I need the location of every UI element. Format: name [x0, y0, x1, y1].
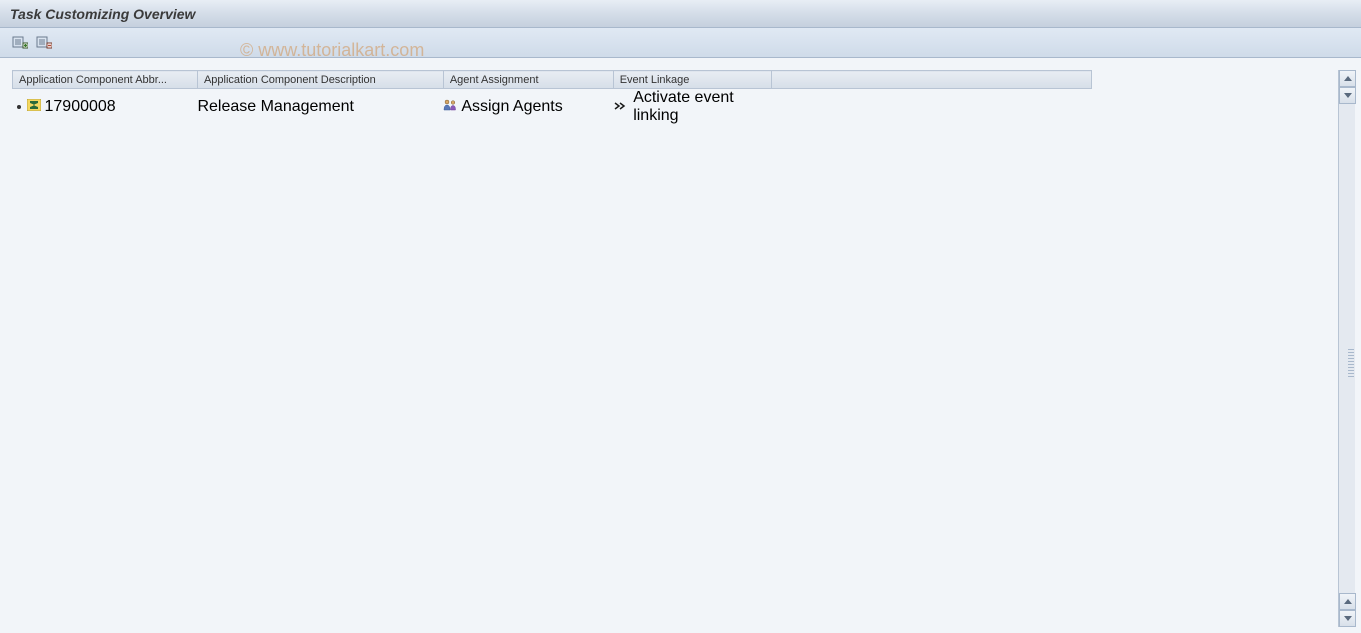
- event-linking-icon: [613, 98, 629, 116]
- table-container: Application Component Abbr... Applicatio…: [12, 70, 1338, 627]
- event-linkage-link[interactable]: Activate event linking: [613, 89, 771, 125]
- scroll-up-step-button[interactable]: [1339, 593, 1356, 610]
- cell-event: Activate event linking: [633, 89, 771, 125]
- toolbar: [0, 28, 1361, 58]
- agents-icon: [443, 98, 457, 116]
- arrow-down-icon: [1344, 616, 1352, 621]
- collapse-subtree-icon[interactable]: [34, 33, 54, 53]
- node-sigma-icon: [27, 98, 41, 116]
- col-header-empty[interactable]: [771, 71, 1091, 89]
- scroll-track[interactable]: [1339, 104, 1355, 593]
- scroll-up-button[interactable]: [1339, 70, 1356, 87]
- col-header-description[interactable]: Application Component Description: [197, 71, 443, 89]
- arrow-down-icon: [1344, 93, 1352, 98]
- title-bar: Task Customizing Overview: [0, 0, 1361, 28]
- expand-subtree-icon[interactable]: [10, 33, 30, 53]
- col-header-abbrev[interactable]: Application Component Abbr...: [13, 71, 198, 89]
- page-title: Task Customizing Overview: [10, 6, 195, 22]
- arrow-up-icon: [1344, 76, 1352, 81]
- col-header-agent[interactable]: Agent Assignment: [443, 71, 613, 89]
- agent-assignment-link[interactable]: Assign Agents: [443, 98, 613, 116]
- cell-empty: [771, 89, 1091, 126]
- scroll-down-button[interactable]: [1339, 610, 1356, 627]
- scroll-down-step-button[interactable]: [1339, 87, 1356, 104]
- arrow-up-icon: [1344, 599, 1352, 604]
- table-header-row: Application Component Abbr... Applicatio…: [13, 71, 1092, 89]
- cell-agent: Assign Agents: [461, 98, 562, 116]
- content-area: Application Component Abbr... Applicatio…: [0, 58, 1361, 633]
- data-table: Application Component Abbr... Applicatio…: [12, 70, 1092, 125]
- cell-description: Release Management: [197, 89, 443, 126]
- cell-abbrev: 17900008: [45, 98, 116, 116]
- bullet-icon: [17, 105, 21, 109]
- col-header-event[interactable]: Event Linkage: [613, 71, 771, 89]
- vertical-scrollbar[interactable]: [1338, 70, 1355, 627]
- drag-handle-icon: [1348, 349, 1354, 379]
- table-row[interactable]: 17900008 Release Management: [13, 89, 1092, 126]
- tree-node[interactable]: 17900008: [13, 98, 198, 116]
